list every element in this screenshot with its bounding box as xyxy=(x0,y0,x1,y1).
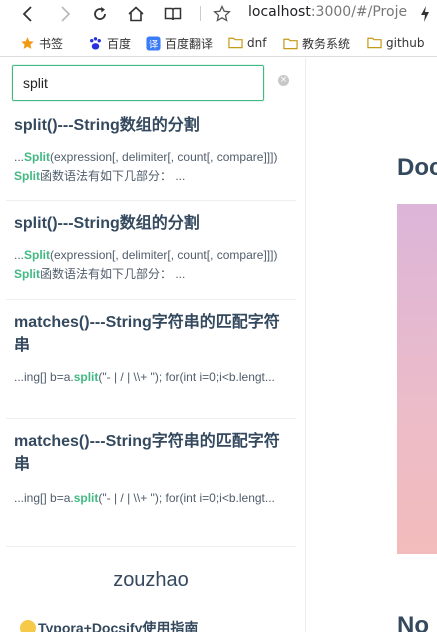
bookmark-label: dnf xyxy=(247,35,267,50)
result-snippet: ...Split(expression[, delimiter[, count[… xyxy=(14,248,278,281)
address-bar[interactable]: localhost:3000/#/Proje xyxy=(248,4,407,20)
bookmark-item[interactable]: 教务系统 xyxy=(283,35,350,52)
folder-icon xyxy=(367,35,382,50)
bookmarks-bar: 书签 百度 译 百度翻译 dnf 教务系统 github xyxy=(0,31,437,57)
baidu-paw-icon xyxy=(88,36,103,51)
bookmark-label: github xyxy=(386,35,425,50)
browser-toolbar: localhost:3000/#/Proje xyxy=(0,0,437,27)
star-icon xyxy=(20,36,35,51)
bookmark-label: 教务系统 xyxy=(302,37,351,51)
bookmark-item[interactable]: dnf xyxy=(228,35,266,50)
bookmark-star-icon[interactable] xyxy=(211,0,233,27)
site-name[interactable]: zouzhao xyxy=(6,569,296,592)
result-title[interactable]: matches()---String字符串的匹配字符串 xyxy=(14,430,289,476)
search-result[interactable]: split()---String数组的分割 ...Split(expressio… xyxy=(6,201,296,300)
forward-arrow-icon[interactable] xyxy=(55,0,75,27)
result-snippet: ...ing[] b=a.split("- | / | \\+ "); for(… xyxy=(14,491,275,505)
result-title[interactable]: matches()---String字符串的匹配字符串 xyxy=(14,311,289,357)
search-result[interactable]: matches()---String字符串的匹配字符串 ...ing[] b=a… xyxy=(6,300,296,419)
result-snippet: ...ing[] b=a.split("- | / | \\+ "); for(… xyxy=(14,370,275,384)
url-path: :3000/#/Proje xyxy=(310,4,408,20)
lightning-icon[interactable] xyxy=(416,0,434,27)
search-box xyxy=(12,65,264,101)
bookmark-item[interactable]: 百度 xyxy=(88,35,131,52)
bookmark-label: 书签 xyxy=(39,37,64,51)
result-title[interactable]: split()---String数组的分割 xyxy=(14,212,289,235)
back-arrow-icon[interactable] xyxy=(18,0,38,27)
bookmark-item[interactable]: 译 百度翻译 xyxy=(146,35,213,52)
smile-emoji-icon xyxy=(20,620,36,632)
sidebar: × split()---String数组的分割 ...Split(express… xyxy=(6,58,306,632)
bookmark-label: 百度翻译 xyxy=(165,37,214,51)
url-host: localhost xyxy=(248,4,311,20)
bookmark-item[interactable]: 书签 xyxy=(20,35,63,52)
page-heading: Doc xyxy=(397,154,437,181)
section-heading: No xyxy=(397,612,429,632)
search-result[interactable]: split()---String数组的分割 ...Split(expressio… xyxy=(6,108,296,201)
search-result[interactable]: matches()---String字符串的匹配字符串 ...ing[] b=a… xyxy=(6,419,296,547)
reload-icon[interactable] xyxy=(90,0,110,27)
bookmark-item[interactable]: github xyxy=(367,35,424,50)
clear-search-icon[interactable]: × xyxy=(278,75,289,86)
home-icon[interactable] xyxy=(125,0,147,27)
sidebar-doc-link[interactable]: Typora+Docsify使用指南 xyxy=(20,618,198,632)
doc-link-label: Typora+Docsify使用指南 xyxy=(38,620,199,632)
baidu-translate-icon: 译 xyxy=(146,36,161,51)
result-title[interactable]: split()---String数组的分割 xyxy=(14,114,289,137)
reader-book-icon[interactable] xyxy=(162,0,184,27)
folder-icon xyxy=(228,35,243,50)
bookmark-label: 百度 xyxy=(107,37,132,51)
search-input[interactable] xyxy=(12,65,264,101)
cover-gradient-image xyxy=(397,204,437,554)
toolbar-separator xyxy=(200,6,201,21)
result-snippet: ...Split(expression[, delimiter[, count[… xyxy=(14,150,278,183)
svg-text:译: 译 xyxy=(149,39,159,50)
folder-icon xyxy=(283,36,298,51)
